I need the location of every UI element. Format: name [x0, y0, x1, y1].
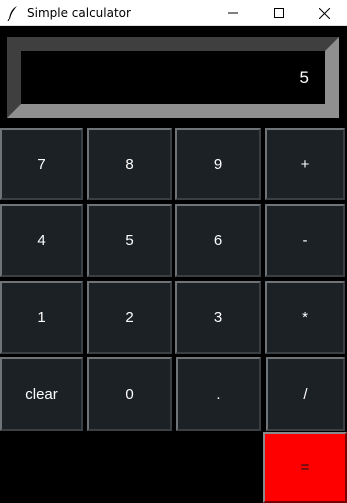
- title-bar: Simple calculator: [0, 0, 347, 26]
- key-decimal[interactable]: .: [176, 357, 261, 431]
- key-plus[interactable]: +: [265, 128, 345, 200]
- key-6[interactable]: 6: [175, 204, 261, 277]
- close-button[interactable]: [301, 0, 347, 26]
- key-minus[interactable]: -: [265, 204, 345, 277]
- key-9[interactable]: 9: [175, 128, 261, 200]
- feather-icon: [7, 6, 17, 21]
- key-5[interactable]: 5: [87, 204, 172, 277]
- key-8[interactable]: 8: [87, 128, 172, 200]
- key-3[interactable]: 3: [175, 281, 261, 354]
- close-icon: [318, 7, 330, 19]
- key-1[interactable]: 1: [0, 281, 83, 354]
- clear-button[interactable]: clear: [0, 357, 83, 431]
- key-4[interactable]: 4: [0, 204, 83, 277]
- window-title: Simple calculator: [27, 6, 131, 20]
- key-2[interactable]: 2: [87, 281, 172, 354]
- calculator-body: 5 7 8 9 + 4 5 6 - 1 2 3 * clear 0 . / =: [0, 26, 347, 503]
- maximize-button[interactable]: [256, 0, 302, 26]
- key-multiply[interactable]: *: [265, 281, 345, 354]
- display-value: 5: [299, 68, 309, 87]
- equals-button[interactable]: =: [263, 432, 347, 503]
- minimize-button[interactable]: [210, 0, 256, 26]
- minimize-icon: [228, 12, 238, 14]
- key-divide[interactable]: /: [266, 357, 345, 431]
- key-7[interactable]: 7: [0, 128, 83, 200]
- maximize-icon: [274, 8, 284, 18]
- key-0[interactable]: 0: [87, 357, 172, 431]
- display-field: 5: [7, 37, 339, 118]
